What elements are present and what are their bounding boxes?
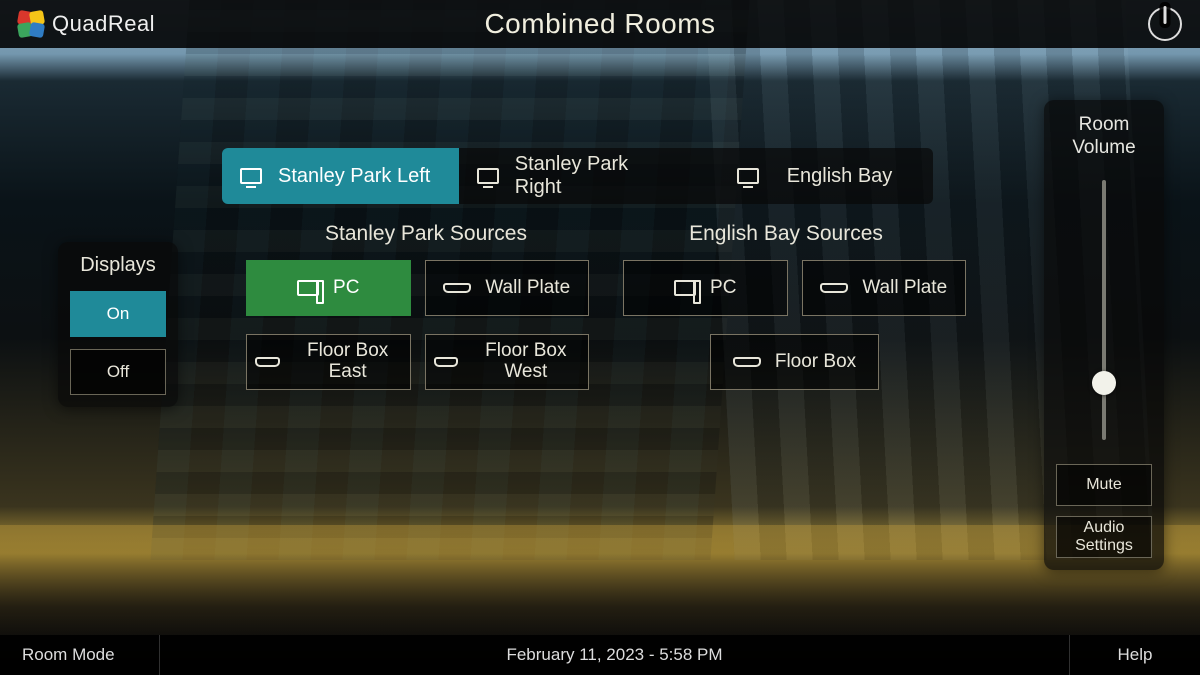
monitor-icon [737,168,759,184]
monitor-icon [240,168,262,184]
source-sp-floor-east[interactable]: Floor Box East [246,334,411,390]
tab-label: Stanley Park Right [515,153,678,199]
tab-stanley-park-right[interactable]: Stanley Park Right [459,148,696,204]
source-label: Wall Plate [862,278,947,299]
source-label: Floor Box East [294,341,402,383]
tab-english-bay[interactable]: English Bay [696,148,933,204]
source-label: PC [710,278,736,299]
pc-icon [297,280,319,296]
source-eb-floorbox[interactable]: Floor Box [710,334,878,390]
help-button[interactable]: Help [1070,635,1200,675]
power-icon[interactable] [1148,7,1182,41]
source-label: Wall Plate [485,278,570,299]
datetime-display: February 11, 2023 - 5:58 PM [160,635,1070,675]
top-bar: QuadReal Combined Rooms [0,0,1200,48]
brand-logo: QuadReal [18,11,155,37]
displays-on-button[interactable]: On [70,291,166,337]
audio-settings-button[interactable]: Audio Settings [1056,516,1152,558]
source-sp-pc[interactable]: PC [246,260,411,316]
displays-panel: Displays On Off [58,242,178,407]
source-label: PC [333,278,359,299]
tab-label: Stanley Park Left [278,165,430,188]
source-label: Floor Box [775,352,856,373]
hdmi-icon [255,357,280,367]
pc-icon [674,280,696,296]
monitor-icon [477,168,499,184]
tab-stanley-park-left[interactable]: Stanley Park Left [222,148,459,204]
logo-mark-icon [18,11,44,37]
sources-area: Stanley Park Sources English Bay Sources… [246,222,966,390]
english-bay-sources: PC Wall Plate Floor Box [623,260,966,390]
source-eb-wallplate[interactable]: Wall Plate [802,260,967,316]
bottom-bar: Room Mode February 11, 2023 - 5:58 PM He… [0,635,1200,675]
hdmi-icon [733,357,761,367]
room-tabs: Stanley Park Left Stanley Park Right Eng… [222,148,933,204]
displays-heading: Displays [70,254,166,277]
hdmi-icon [434,357,458,367]
source-eb-pc[interactable]: PC [623,260,788,316]
stanley-park-sources-heading: Stanley Park Sources [246,222,606,246]
volume-slider[interactable] [1102,180,1106,440]
brand-name: QuadReal [52,11,155,37]
volume-heading: Room Volume [1056,114,1152,160]
source-sp-wallplate[interactable]: Wall Plate [425,260,590,316]
source-sp-floor-west[interactable]: Floor Box West [425,334,590,390]
english-bay-sources-heading: English Bay Sources [606,222,966,246]
mute-button[interactable]: Mute [1056,464,1152,506]
hdmi-icon [820,283,848,293]
stanley-park-sources: PC Wall Plate Floor Box East Floor Box W… [246,260,589,390]
page-title: Combined Rooms [484,8,715,40]
volume-panel: Room Volume Mute Audio Settings [1044,100,1164,570]
source-label: Floor Box West [472,341,580,383]
displays-off-button[interactable]: Off [70,349,166,395]
volume-slider-thumb[interactable] [1092,371,1116,395]
hdmi-icon [443,283,471,293]
room-mode-button[interactable]: Room Mode [0,635,160,675]
tab-label: English Bay [787,165,893,188]
